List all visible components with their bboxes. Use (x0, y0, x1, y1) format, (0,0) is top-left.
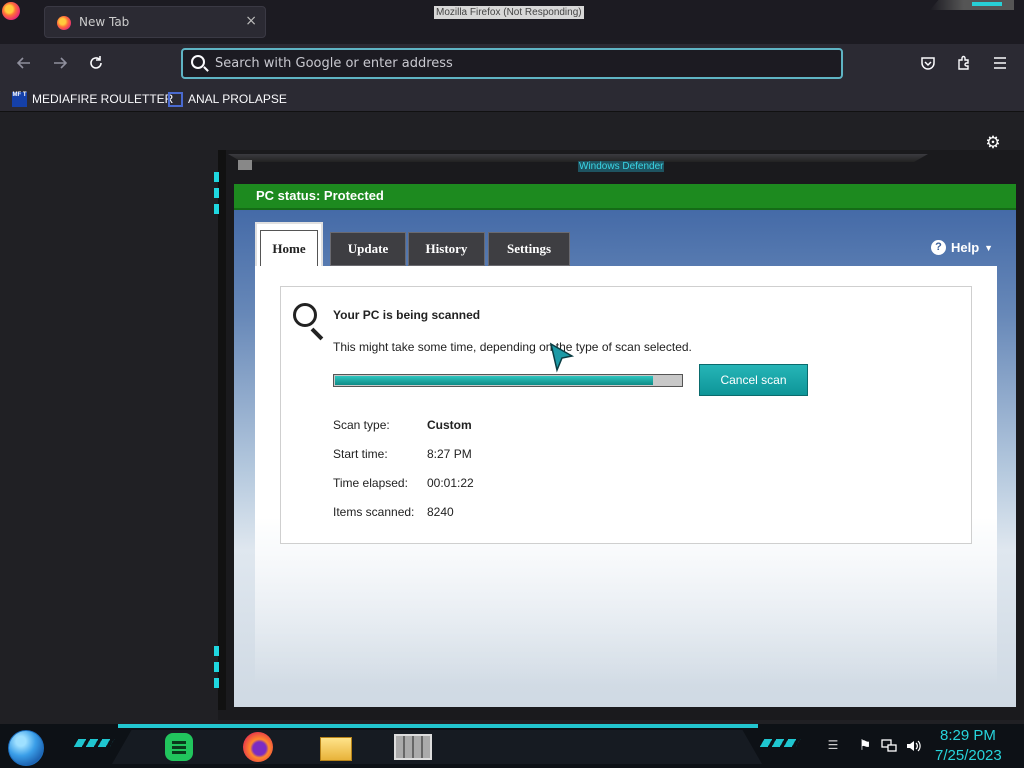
help-icon: ? (931, 240, 946, 255)
bookmark-favicon-icon (168, 91, 183, 107)
start-time-label: Start time: (333, 447, 388, 461)
magnifier-icon (293, 303, 324, 341)
frame-decoration (214, 172, 219, 182)
arrow-left-icon (16, 57, 30, 69)
tab-update[interactable]: Update (330, 232, 406, 266)
bookmark-mediafire[interactable]: MF T MEDIAFIRE ROULETTER (12, 90, 173, 108)
browser-tabstrip: New Tab × Mozilla Firefox (Not Respondin… (0, 0, 1024, 44)
bookmark-label: MEDIAFIRE ROULETTER (32, 92, 174, 106)
clock-date[interactable]: 7/25/2023 (935, 747, 1002, 764)
taskbar-decoration (759, 739, 801, 747)
url-bar-placeholder: Search with Google or enter address (215, 56, 453, 71)
reload-icon (90, 56, 102, 69)
pc-status-bar: PC status: Protected (234, 184, 1016, 210)
network-icon[interactable] (880, 738, 898, 758)
volume-icon[interactable] (904, 738, 922, 758)
frame-decoration (214, 662, 219, 672)
bookmark-label: ANAL PROLAPSE (188, 92, 287, 106)
firefox-favicon-icon (57, 16, 71, 30)
arrow-right-icon (54, 57, 68, 69)
window-title: Mozilla Firefox (Not Responding) (434, 6, 584, 19)
clock-time[interactable]: 8:29 PM (940, 727, 996, 744)
tab-home[interactable]: Home (255, 222, 323, 267)
time-elapsed-value: 00:01:22 (427, 476, 474, 490)
help-label: Help (951, 240, 980, 255)
frame-decoration (214, 204, 219, 214)
scan-type-label: Scan type: (333, 418, 390, 432)
scan-type-value: Custom (427, 418, 472, 432)
frame-edge (218, 150, 226, 710)
file-explorer-icon[interactable] (316, 731, 356, 763)
tab-label: Home (260, 230, 318, 267)
tab-history[interactable]: History (408, 232, 485, 266)
scan-title: Your PC is being scanned (333, 308, 481, 322)
windows-defender-taskbar-icon[interactable] (392, 731, 432, 763)
action-center-flag-icon[interactable]: ⚑ (856, 738, 874, 754)
cancel-scan-button[interactable]: Cancel scan (699, 364, 808, 396)
time-elapsed-label: Time elapsed: (333, 476, 408, 490)
browser-tab[interactable]: New Tab × (44, 6, 266, 38)
help-menu[interactable]: ? Help ▼ (931, 240, 993, 255)
defender-client-area: PC status: Protected Home Update History… (234, 184, 1016, 707)
frame-decoration (214, 678, 219, 688)
pocket-icon[interactable] (918, 55, 938, 75)
navigation-toolbar: Search with Google or enter address (0, 44, 1024, 86)
home-panel: Your PC is being scanned This might take… (255, 266, 997, 686)
search-icon (191, 55, 205, 69)
extensions-icon[interactable] (954, 55, 974, 75)
start-time-value: 8:27 PM (427, 447, 472, 461)
taskbar-accent (118, 724, 758, 728)
window-corner-accent (972, 2, 1002, 6)
tab-settings[interactable]: Settings (488, 232, 570, 266)
chevron-down-icon: ▼ (984, 242, 994, 253)
back-button[interactable] (13, 54, 35, 76)
taskbar-dock (112, 730, 762, 764)
defender-window-title: Windows Defender (578, 161, 665, 172)
firefox-taskbar-icon[interactable] (238, 731, 278, 763)
frame-decoration (214, 646, 219, 656)
taskbar-decoration (73, 739, 115, 747)
frame-decoration (214, 188, 219, 198)
items-scanned-label: Items scanned: (333, 505, 415, 519)
url-bar[interactable]: Search with Google or enter address (181, 48, 843, 79)
mouse-cursor-icon (549, 342, 575, 373)
bookmarks-toolbar: MF T MEDIAFIRE ROULETTER ANAL PROLAPSE (0, 86, 1024, 112)
tab-close-icon[interactable]: × (245, 13, 257, 29)
forward-button[interactable] (49, 54, 71, 76)
notes-app-icon[interactable] (160, 731, 200, 763)
mediafire-favicon-icon: MF T (12, 91, 27, 107)
scan-status-box: Your PC is being scanned This might take… (280, 286, 972, 544)
menu-icon[interactable] (990, 55, 1010, 75)
start-button[interactable] (8, 730, 44, 766)
window-system-icon[interactable] (238, 160, 252, 170)
pc-status-text: PC status: Protected (256, 188, 384, 203)
scan-progress-bar (333, 374, 683, 387)
firefox-icon[interactable] (2, 2, 20, 20)
tab-title: New Tab (79, 15, 130, 29)
scan-description: This might take some time, depending on … (333, 340, 692, 354)
reload-button[interactable] (85, 54, 107, 76)
bookmark-second[interactable]: ANAL PROLAPSE (168, 90, 287, 108)
show-hidden-icons-icon[interactable]: ☰ (824, 738, 842, 752)
items-scanned-value: 8240 (427, 505, 454, 519)
scan-progress-fill (335, 376, 653, 385)
